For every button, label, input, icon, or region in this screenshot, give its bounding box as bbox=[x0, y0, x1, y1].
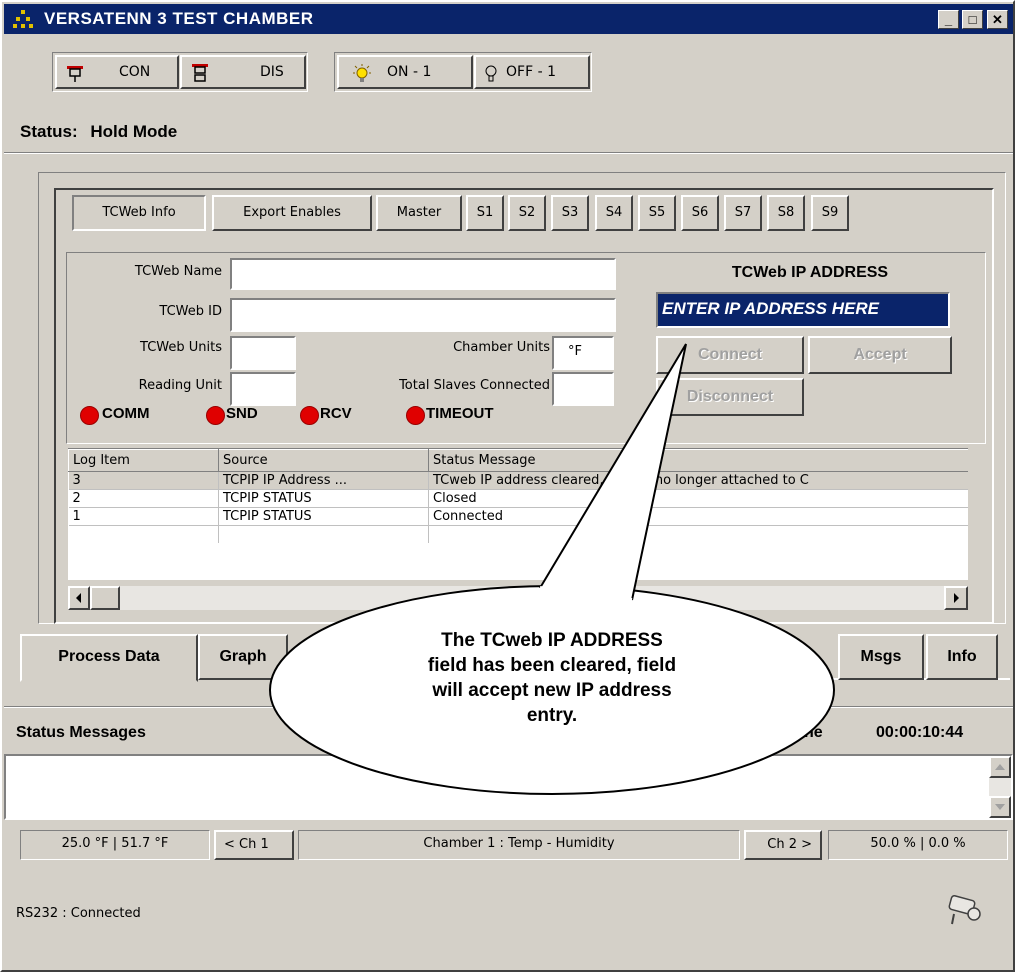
callout-line: entry. bbox=[526, 705, 578, 726]
callout-line: field has been cleared, field bbox=[427, 655, 677, 676]
callout-line: The TCweb IP ADDRESS bbox=[441, 630, 663, 651]
callout-text: The TCweb IP ADDRESS field has been clea… bbox=[300, 628, 804, 728]
callout-balloon bbox=[269, 343, 835, 795]
callout-line: will accept new IP address bbox=[432, 680, 672, 701]
